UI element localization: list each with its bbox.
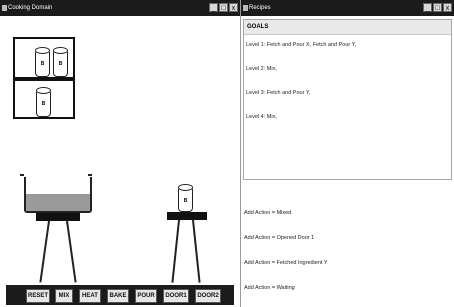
table-leg: [171, 219, 180, 283]
left-titlebar[interactable]: Cooking Domain _ □ x: [0, 0, 240, 16]
bake-button[interactable]: BAKE: [107, 289, 129, 303]
door1-button[interactable]: DOOR1: [163, 289, 189, 303]
bowl-contents: [26, 194, 90, 211]
left-window-title: Cooking Domain: [8, 5, 53, 11]
counter-table-top: [167, 212, 207, 220]
heat-button[interactable]: HEAT: [79, 289, 101, 303]
maximize-button[interactable]: □: [433, 3, 442, 12]
mixing-bowl[interactable]: [24, 177, 92, 213]
goals-header: GOALS: [244, 20, 451, 35]
shelf-bottom-compartment: B: [13, 79, 75, 119]
action-log-item: Add Action = Opened Door 1: [244, 235, 315, 241]
table-leg: [192, 219, 201, 283]
cooking-domain-window: Cooking Domain _ □ x B B B B RESET MIX H…: [0, 0, 241, 307]
goals-panel[interactable]: GOALS Level 1: Fetch and Pour X, Fetch a…: [243, 19, 452, 180]
action-log-item: Add Action = Waiting: [244, 285, 295, 291]
right-titlebar[interactable]: Recipes _ □ x: [241, 0, 454, 16]
goal-item: Level 4: Mix,: [246, 114, 277, 120]
ingredient-jar[interactable]: B: [52, 47, 68, 77]
recipes-window: Recipes _ □ x GOALS Level 1: Fetch and P…: [241, 0, 454, 307]
counter-ingredient-jar[interactable]: B: [177, 184, 193, 212]
ingredient-jar[interactable]: B: [35, 87, 51, 117]
action-log-item: Add Action = Mixed: [244, 210, 292, 216]
right-window-title: Recipes: [249, 5, 271, 11]
close-button[interactable]: x: [229, 3, 238, 12]
mix-button[interactable]: MIX: [55, 289, 73, 303]
table-leg: [66, 220, 77, 283]
goal-item: Level 2: Mix,: [246, 66, 277, 72]
bowl-table-top: [36, 213, 80, 221]
maximize-button[interactable]: □: [219, 3, 228, 12]
action-log-item: Add Action = Fetched Ingredient Y: [244, 260, 328, 266]
close-button[interactable]: x: [443, 3, 452, 12]
goal-item: Level 3: Fetch and Pour Y,: [246, 90, 311, 96]
pour-button[interactable]: POUR: [135, 289, 157, 303]
window-icon: [2, 5, 7, 11]
goal-item: Level 1: Fetch and Pour X, Fetch and Pou…: [246, 42, 357, 48]
window-icon: [243, 5, 248, 11]
minimize-button[interactable]: _: [423, 3, 432, 12]
minimize-button[interactable]: _: [209, 3, 218, 12]
table-leg: [39, 220, 50, 283]
reset-button[interactable]: RESET: [26, 289, 50, 303]
ingredient-jar[interactable]: B: [34, 47, 50, 77]
door2-button[interactable]: DOOR2: [195, 289, 221, 303]
shelf-top-compartment: B B: [13, 37, 75, 79]
